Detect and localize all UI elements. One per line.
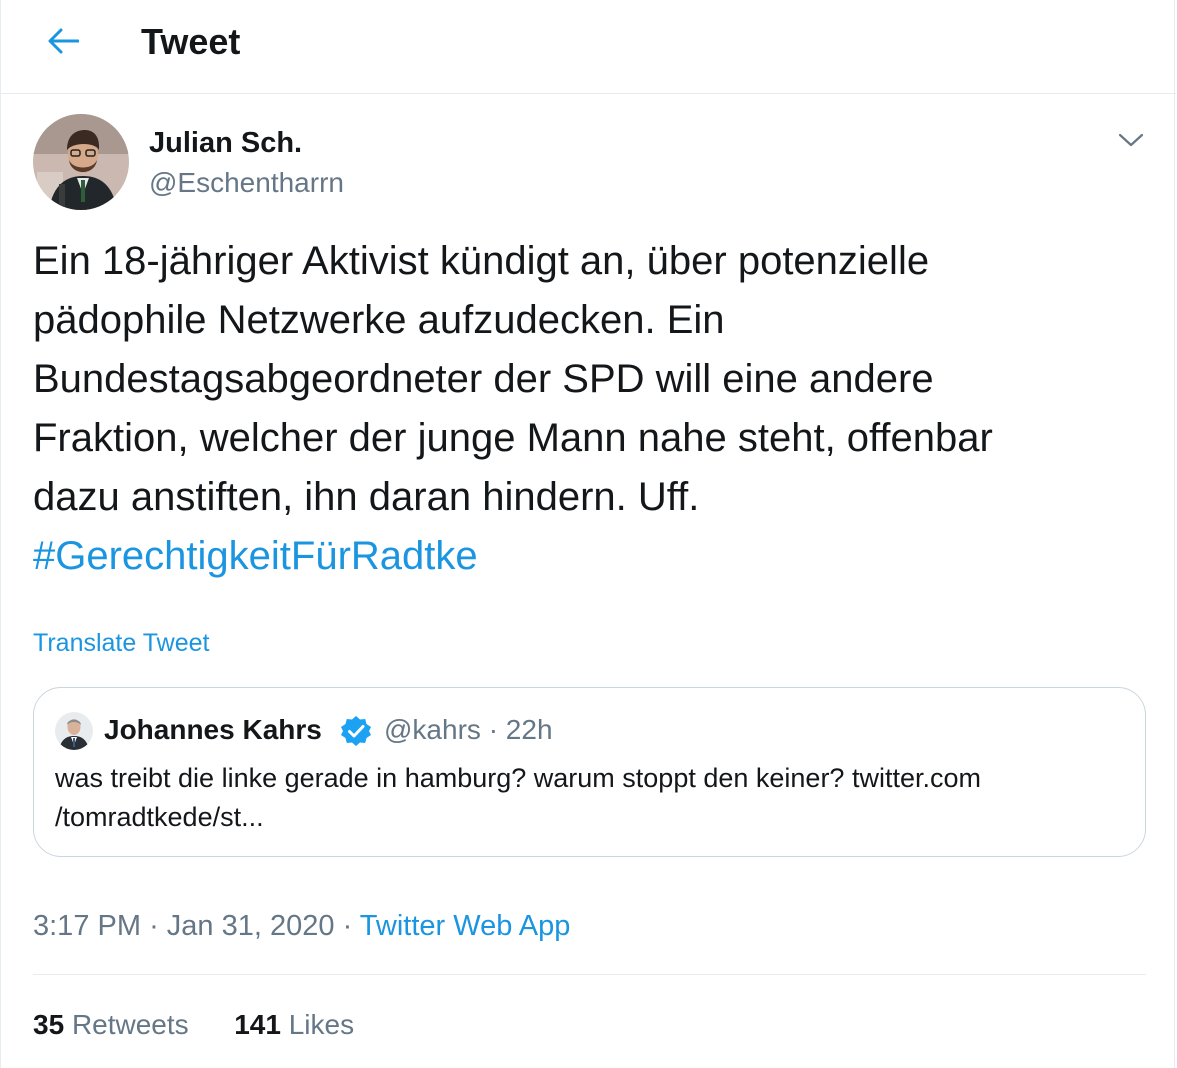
quoted-tweet-text: was treibt die linke gerade in hamburg? …: [55, 759, 1125, 837]
back-button[interactable]: [37, 18, 89, 64]
verified-badge-icon: [341, 716, 371, 746]
quoted-text-line: was treibt die linke gerade in hamburg? …: [55, 763, 981, 793]
author-name[interactable]: Julian Sch.: [149, 124, 302, 162]
author-handle[interactable]: @Eschentharrn: [149, 164, 344, 202]
author-avatar[interactable]: [33, 114, 129, 210]
likes-count: 141: [234, 1009, 281, 1040]
page-header: Tweet: [1, 0, 1176, 94]
tweet-meta: 3:17 PM · Jan 31, 2020 · Twitter Web App: [33, 905, 570, 947]
meta-separator: ·: [488, 714, 499, 745]
retweets-count: 35: [33, 1009, 65, 1040]
tweet-text-line: Bundestagsabgeordneter der SPD will eine…: [33, 357, 934, 401]
retweets-stat[interactable]: 35 Retweets: [33, 1004, 189, 1046]
quoted-tweet[interactable]: Johannes Kahrs @kahrs · 22h was treibt d…: [33, 687, 1146, 857]
hashtag-link[interactable]: #GerechtigkeitFürRadtke: [33, 534, 478, 578]
arrow-left-icon: [48, 28, 79, 54]
likes-stat[interactable]: 141 Likes: [234, 1004, 354, 1046]
tweet-text-line: Ein 18-jähriger Aktivist kündigt an, übe…: [33, 239, 930, 283]
page-title: Tweet: [141, 21, 241, 62]
quoted-author-handle: @kahrs: [384, 714, 481, 745]
tweet-date[interactable]: Jan 31, 2020: [167, 910, 335, 942]
meta-separator: ·: [342, 910, 353, 942]
tweet-text-line: Fraktion, welcher der junge Mann nahe st…: [33, 416, 993, 460]
quoted-author-avatar: [55, 712, 93, 750]
likes-label: Likes: [288, 1009, 355, 1040]
tweet-text-line: pädophile Netzwerke aufzudecken. Ein: [33, 298, 725, 342]
quoted-author-name: Johannes Kahrs: [104, 714, 322, 745]
quoted-text-line: /tomradtkede/st...: [55, 802, 264, 832]
meta-separator: ·: [149, 910, 159, 942]
divider: [33, 974, 1146, 975]
tweet-time[interactable]: 3:17 PM: [33, 910, 141, 942]
retweets-label: Retweets: [71, 1009, 189, 1040]
quoted-meta: @kahrs · 22h: [384, 710, 553, 750]
tweet-text: Ein 18-jähriger Aktivist kündigt an, übe…: [33, 232, 1143, 586]
tweet-text-line: dazu anstiften, ihn daran hindern. Uff.: [33, 475, 700, 519]
tweet-page: Tweet Julian Sch. @Eschentharrn Ein 18-j…: [0, 0, 1176, 1068]
tweet-stats: 35 Retweets 141 Likes: [33, 1004, 354, 1046]
source-app-link[interactable]: Twitter Web App: [360, 910, 571, 942]
translate-tweet-link[interactable]: Translate Tweet: [33, 626, 209, 660]
tweet-options-button[interactable]: [1109, 120, 1153, 160]
quoted-time: 22h: [505, 714, 553, 745]
chevron-down-icon: [1118, 133, 1144, 147]
